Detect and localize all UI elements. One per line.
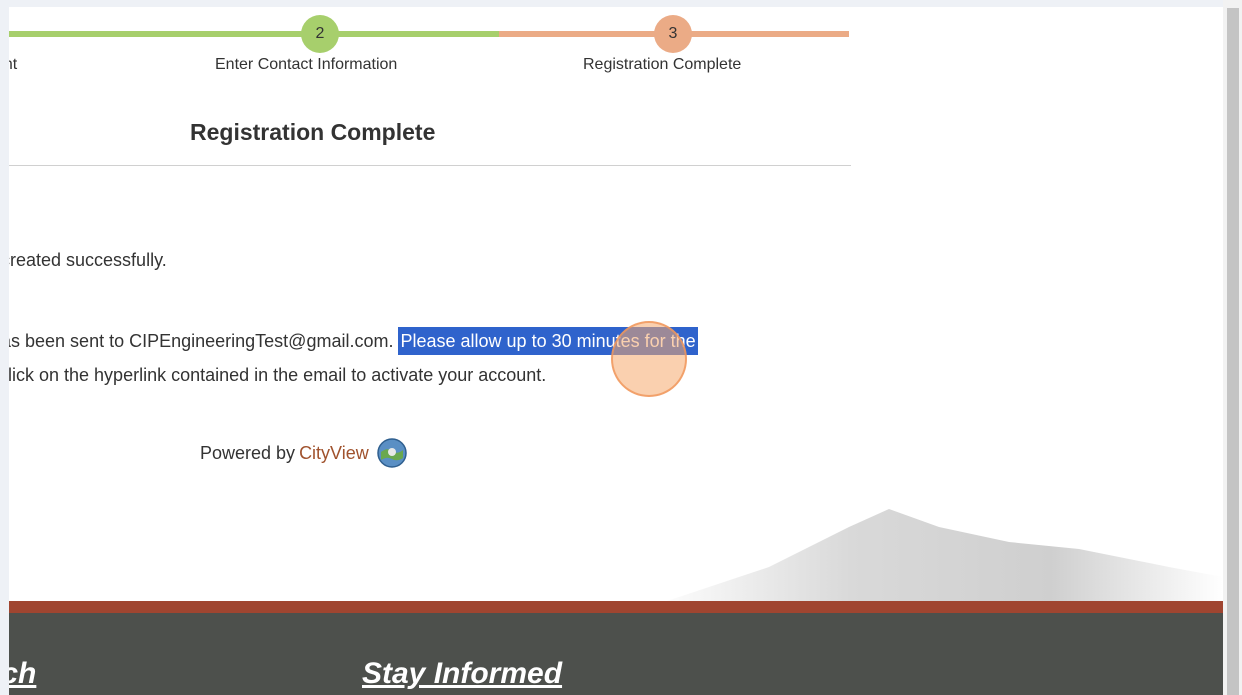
success-message: created successfully. [9, 250, 167, 270]
step-3-label: Registration Complete [583, 56, 742, 73]
footer: uch Stay Informed [9, 613, 1223, 695]
step-3-circle: 3 [654, 15, 692, 53]
step-2-label: Enter Contact Information [215, 56, 398, 73]
divider [9, 165, 851, 166]
scrollbar-thumb[interactable] [1227, 8, 1239, 695]
email-sent-message: as been sent to CIPEngineeringTest@gmail… [9, 327, 698, 355]
click-indicator [611, 321, 687, 397]
step-2-circle: 2 [301, 15, 339, 53]
progress-line-complete [9, 31, 499, 37]
email-sent-text: as been sent to CIPEngineeringTest@gmail… [9, 331, 399, 351]
step-1-label: unt [9, 56, 18, 73]
footer-keep-in-touch-heading[interactable]: uch [9, 657, 36, 691]
powered-by: Powered by CityView [200, 438, 407, 468]
scrollbar[interactable] [1223, 0, 1242, 695]
activation-instructions: click on the hyperlink contained in the … [9, 365, 547, 385]
cityview-link[interactable]: CityView [299, 443, 369, 464]
powered-by-prefix: Powered by [200, 442, 296, 463]
footer-stay-informed-heading[interactable]: Stay Informed [362, 657, 562, 691]
page: 2 3 unt Enter Contact Information Regist… [9, 7, 1223, 695]
mountain-background [649, 509, 1223, 607]
footer-stripe [9, 601, 1223, 613]
page-title: Registration Complete [190, 119, 436, 145]
globe-logo-icon[interactable] [377, 438, 407, 468]
